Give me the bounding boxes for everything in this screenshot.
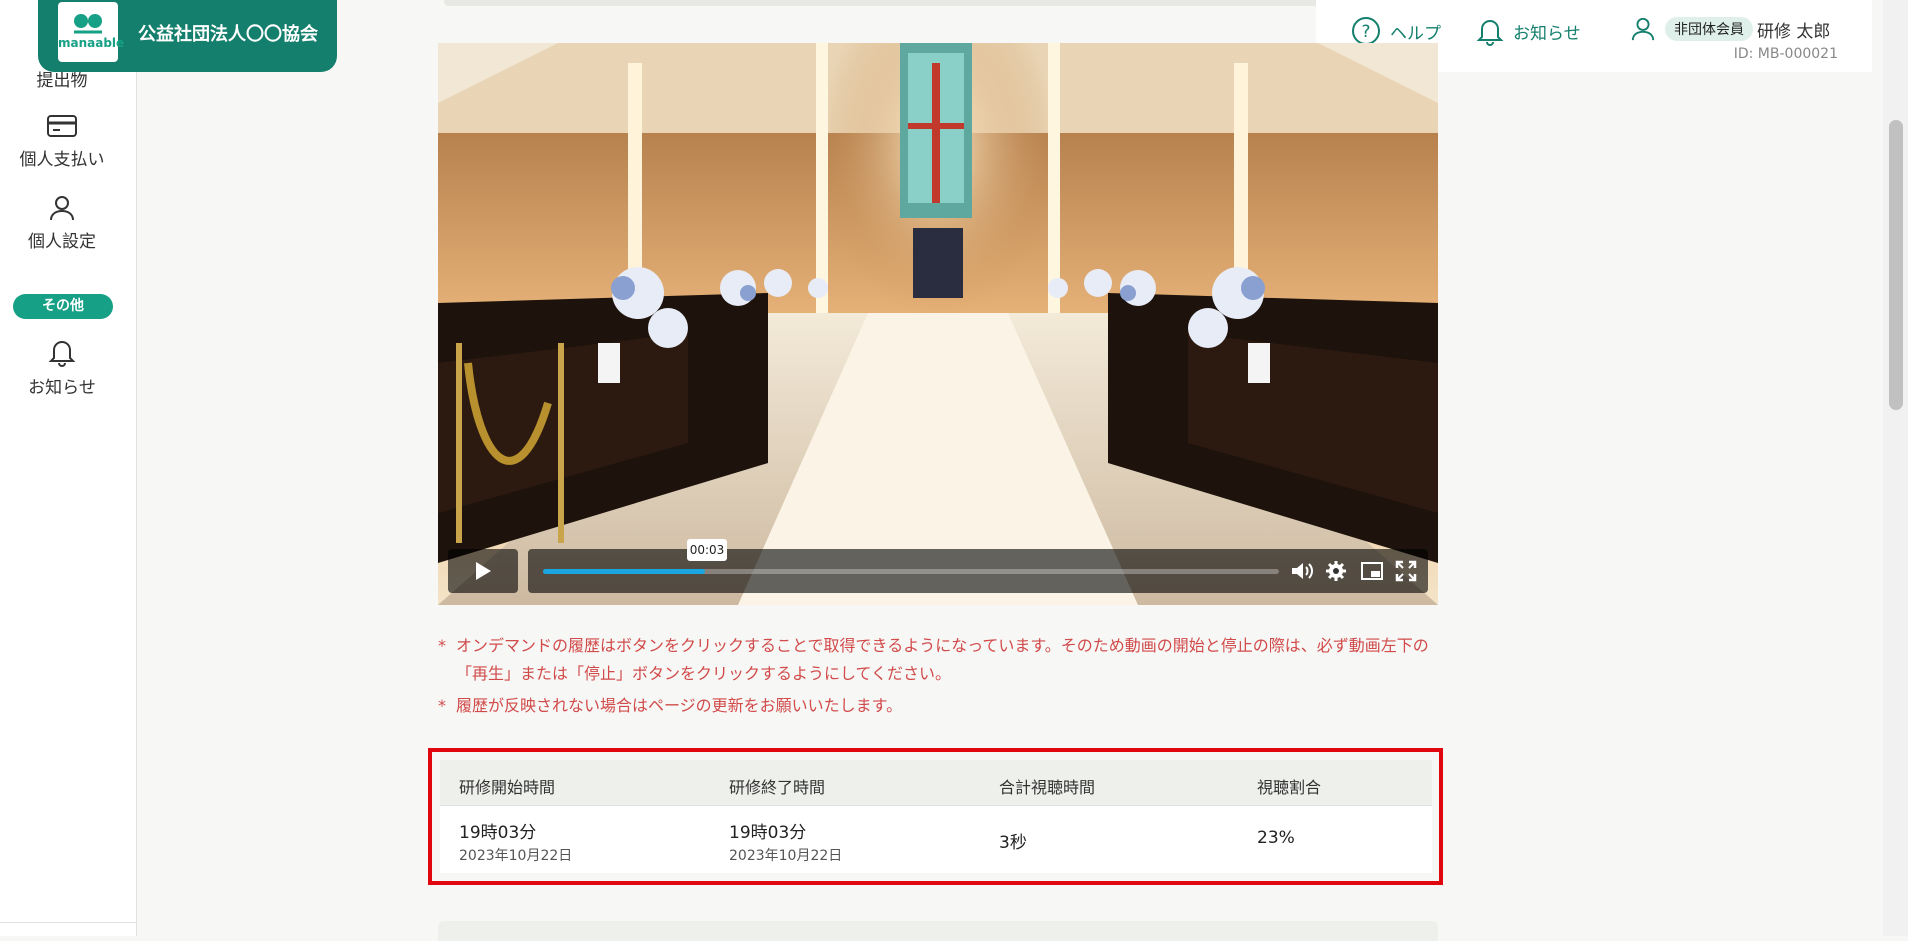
sidebar-item-label: 提出物	[36, 71, 88, 91]
user-icon	[50, 196, 74, 221]
column-header: 視聴割合	[1257, 778, 1322, 797]
settings-gear-icon[interactable]	[1325, 560, 1347, 582]
start-time-cell: 19時03分 2023年10月22日	[459, 818, 572, 865]
column-header: 研修終了時間	[729, 778, 826, 797]
video-player[interactable]	[438, 43, 1438, 605]
note-item: * 履歴が反映されない場合はページの更新をお願いいたします。	[438, 692, 1438, 720]
help-icon: ?	[1352, 17, 1380, 45]
viewing-history-table: 研修開始時間 研修終了時間 合計視聴時間 視聴割合 19時03分 2023年10…	[440, 760, 1432, 873]
play-button[interactable]	[448, 549, 518, 593]
sidebar-item-label: 個人設定	[28, 232, 96, 252]
sidebar-footer-divider	[0, 922, 137, 936]
user-icon	[1631, 17, 1655, 41]
table-row: 19時03分 2023年10月22日 19時03分 2023年10月22日 3秒…	[440, 806, 1432, 873]
picture-in-picture-icon[interactable]	[1360, 560, 1384, 582]
end-time-cell: 19時03分 2023年10月22日	[729, 818, 842, 865]
viewing-ratio: 23%	[1257, 828, 1295, 848]
user-name: 研修 太郎	[1757, 21, 1831, 42]
sidebar-item-personal-payment[interactable]: 個人支払い	[0, 113, 124, 170]
bell-icon	[48, 341, 76, 367]
play-icon	[476, 562, 491, 580]
sidebar-item-personal-settings[interactable]: 個人設定	[0, 195, 124, 252]
help-label: ヘルプ	[1390, 23, 1441, 44]
notice-link[interactable]: お知らせ	[1476, 16, 1581, 46]
sidebar: 提出物 個人支払い 個人設定 その他 お知らせ	[0, 0, 137, 936]
end-time: 19時03分	[729, 823, 807, 843]
bell-icon	[1476, 20, 1504, 46]
scrollbar-thumb[interactable]	[1889, 120, 1903, 410]
seek-bar[interactable]	[543, 569, 1279, 574]
logo-text: manaable	[58, 36, 125, 50]
note-mark: *	[438, 696, 446, 715]
sidebar-item-notices[interactable]: お知らせ	[0, 337, 124, 398]
org-logo: manaable	[58, 2, 125, 62]
video-control-bar	[528, 549, 1428, 593]
user-menu[interactable]: 非団体会員 研修 太郎	[1630, 16, 1830, 42]
note-text: 履歴が反映されない場合はページの更新をお願いいたします。	[456, 696, 903, 715]
next-section-card	[438, 921, 1438, 941]
seek-bar-progress	[543, 569, 705, 574]
user-id: ID: MB-000021	[1733, 46, 1838, 62]
credit-card-icon	[47, 115, 77, 137]
notice-label: お知らせ	[1513, 23, 1581, 44]
seek-time-tooltip: 00:03	[687, 539, 727, 561]
column-header: 合計視聴時間	[999, 778, 1096, 797]
end-date: 2023年10月22日	[729, 848, 843, 864]
svg-text:?: ?	[1361, 22, 1370, 42]
table-header: 研修開始時間 研修終了時間 合計視聴時間 視聴割合	[440, 760, 1432, 806]
note-text: オンデマンドの履歴はボタンをクリックすることで取得できるようになっています。その…	[456, 636, 1429, 683]
column-header: 研修開始時間	[459, 778, 556, 797]
volume-icon[interactable]	[1290, 560, 1314, 582]
start-time: 19時03分	[459, 823, 537, 843]
fullscreen-icon[interactable]	[1395, 560, 1417, 582]
video-controls	[448, 549, 1428, 595]
note-item: * オンデマンドの履歴はボタンをクリックすることで取得できるようになっています。…	[438, 632, 1438, 688]
start-date: 2023年10月22日	[459, 848, 573, 864]
top-divider	[444, 0, 1318, 6]
sidebar-item-label: お知らせ	[28, 378, 96, 398]
sidebar-section-label: その他	[13, 294, 113, 319]
playback-notes: * オンデマンドの履歴はボタンをクリックすることで取得できるようになっています。…	[438, 632, 1438, 720]
org-name: 公益社団法人〇〇協会	[138, 24, 318, 45]
page-scrollbar[interactable]	[1883, 0, 1908, 936]
org-header[interactable]: manaable 公益社団法人〇〇協会	[38, 0, 337, 72]
logo-mark-icon	[74, 14, 102, 34]
help-link[interactable]: ? ヘルプ	[1351, 16, 1441, 46]
note-mark: *	[438, 636, 446, 655]
total-viewing-time: 3秒	[999, 833, 1027, 853]
video-frame-chapel	[438, 43, 1438, 605]
member-badge: 非団体会員	[1665, 17, 1753, 41]
sidebar-item-label: 個人支払い	[19, 150, 105, 170]
